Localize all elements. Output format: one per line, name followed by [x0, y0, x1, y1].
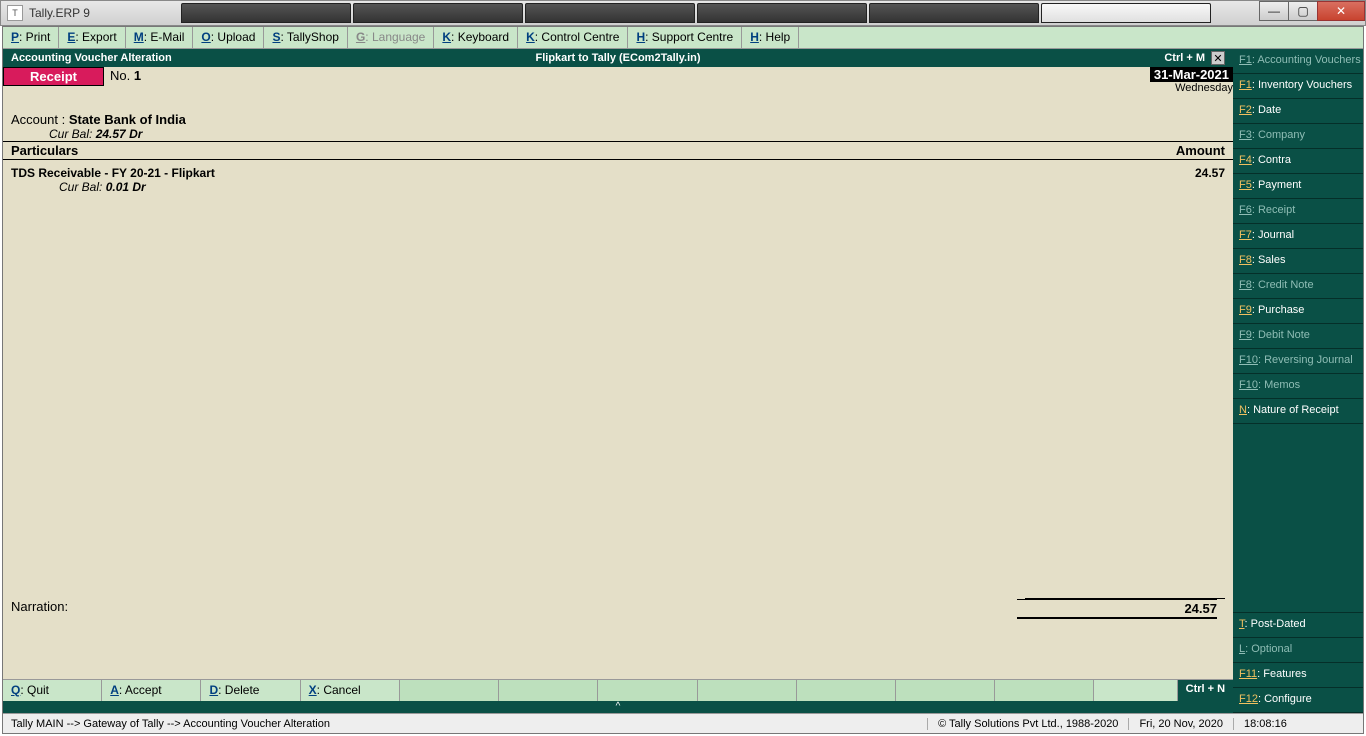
account-name[interactable]: State Bank of India — [69, 112, 186, 127]
date-day: Wednesday — [1150, 82, 1233, 94]
window-title: Tally.ERP 9 — [29, 6, 90, 20]
fkey-purchase[interactable]: F9: Purchase — [1233, 299, 1363, 324]
browser-tab — [181, 3, 351, 23]
menu-print[interactable]: P: Print — [3, 27, 59, 48]
browser-tab — [525, 3, 695, 23]
minimize-button[interactable]: — — [1259, 1, 1289, 21]
voucher-header: Receipt No. 1 31-Mar-2021 Wednesday — [3, 67, 1233, 94]
close-icon[interactable]: ✕ — [1211, 51, 1225, 65]
status-date: Fri, 20 Nov, 2020 — [1128, 718, 1233, 730]
narration-row: Narration: 24.57 — [3, 599, 1233, 619]
account-balance: Cur Bal: 24.57 Dr — [11, 127, 1225, 141]
fkey-journal[interactable]: F7: Journal — [1233, 224, 1363, 249]
fkey-memos: F10: Memos — [1233, 374, 1363, 399]
col-particulars: Particulars — [11, 143, 1105, 158]
fkey-panel: F1: Accounting VouchersF1: Inventory Vou… — [1233, 49, 1363, 713]
window-controls: — ▢ ✕ — [1260, 1, 1365, 21]
status-bar: Tally MAIN --> Gateway of Tally --> Acco… — [3, 713, 1363, 733]
menu-language: G: Language — [348, 27, 434, 48]
fkey-configure[interactable]: F12: Configure — [1233, 688, 1363, 713]
action-accept[interactable]: A: Accept — [102, 680, 201, 701]
fkey-receipt: F6: Receipt — [1233, 199, 1363, 224]
maximize-button[interactable]: ▢ — [1288, 1, 1318, 21]
fkey-credit-note: F8: Credit Note — [1233, 274, 1363, 299]
fkey-accounting-vouchers: F1: Accounting Vouchers — [1233, 49, 1363, 74]
browser-tab — [353, 3, 523, 23]
ledger-entry[interactable]: TDS Receivable - FY 20-21 - Flipkart24.5… — [11, 166, 1225, 194]
menu-keyboard[interactable]: K: Keyboard — [434, 27, 518, 48]
top-menu: P: PrintE: ExportM: E-MailO: UploadS: Ta… — [3, 27, 1363, 49]
window-titlebar: T Tally.ERP 9 — ▢ ✕ — [0, 0, 1366, 26]
fkey-payment[interactable]: F5: Payment — [1233, 174, 1363, 199]
context-title: Accounting Voucher Alteration — [11, 52, 172, 64]
menu-tallyshop[interactable]: S: TallyShop — [264, 27, 348, 48]
fkey-debit-note: F9: Debit Note — [1233, 324, 1363, 349]
menu-help[interactable]: H: Help — [742, 27, 799, 48]
left-pane: Accounting Voucher Alteration Flipkart t… — [3, 49, 1233, 713]
bottom-action-bar: Q: QuitA: AcceptD: DeleteX: Cancel Ctrl +… — [3, 679, 1233, 701]
action-cancel[interactable]: X: Cancel — [301, 680, 400, 701]
fkey-sales[interactable]: F8: Sales — [1233, 249, 1363, 274]
action-quit[interactable]: Q: Quit — [3, 680, 102, 701]
browser-tabs — [181, 3, 1225, 25]
browser-tab — [869, 3, 1039, 23]
fkey-post-dated[interactable]: T: Post-Dated — [1233, 613, 1363, 638]
context-header: Accounting Voucher Alteration Flipkart t… — [3, 49, 1233, 67]
fkey-features[interactable]: F11: Features — [1233, 663, 1363, 688]
fkey-optional: L: Optional — [1233, 638, 1363, 663]
breadcrumb: Tally MAIN --> Gateway of Tally --> Acco… — [3, 718, 927, 730]
browser-tab — [697, 3, 867, 23]
app-icon: T — [7, 5, 23, 21]
expand-caret[interactable]: ^ — [3, 701, 1233, 713]
voucher-number: No. 1 — [104, 67, 147, 84]
voucher-area: Receipt No. 1 31-Mar-2021 Wednesday Acco… — [3, 67, 1233, 679]
shortcut-hint-bottom: Ctrl + N — [1178, 680, 1233, 701]
company-name: Flipkart to Tally (ECom2Tally.in) — [535, 52, 700, 64]
menu-support-centre[interactable]: H: Support Centre — [628, 27, 742, 48]
col-amount: Amount — [1105, 143, 1225, 158]
menu-control-centre[interactable]: K: Control Centre — [518, 27, 628, 48]
status-time: 18:08:16 — [1233, 718, 1363, 730]
browser-tab — [1041, 3, 1211, 23]
date-value[interactable]: 31-Mar-2021 — [1150, 67, 1233, 82]
menu-e-mail[interactable]: M: E-Mail — [126, 27, 194, 48]
copyright: © Tally Solutions Pvt Ltd., 1988-2020 — [927, 718, 1128, 730]
fkey-nature-of-receipt[interactable]: N: Nature of Receipt — [1233, 399, 1363, 424]
fkey-inventory-vouchers[interactable]: F1: Inventory Vouchers — [1233, 74, 1363, 99]
main-row: Accounting Voucher Alteration Flipkart t… — [3, 49, 1363, 713]
menu-export[interactable]: E: Export — [59, 27, 125, 48]
menu-upload[interactable]: O: Upload — [193, 27, 264, 48]
voucher-date: 31-Mar-2021 Wednesday — [1150, 67, 1233, 94]
fkey-date[interactable]: F2: Date — [1233, 99, 1363, 124]
fkey-contra[interactable]: F4: Contra — [1233, 149, 1363, 174]
action-delete[interactable]: D: Delete — [201, 680, 300, 701]
entries-list: TDS Receivable - FY 20-21 - Flipkart24.5… — [3, 160, 1233, 598]
voucher-total: 24.57 — [1017, 599, 1217, 619]
column-header: Particulars Amount — [3, 141, 1233, 160]
fkey-reversing-journal: F10: Reversing Journal — [1233, 349, 1363, 374]
narration-field[interactable] — [211, 599, 1017, 619]
shortcut-hint: Ctrl + M — [1164, 52, 1205, 64]
voucher-type-badge: Receipt — [3, 67, 104, 86]
account-row: Account : State Bank of India Cur Bal: 2… — [3, 94, 1233, 141]
app-frame: P: PrintE: ExportM: E-MailO: UploadS: Ta… — [2, 26, 1364, 734]
close-button[interactable]: ✕ — [1317, 1, 1365, 21]
narration-label: Narration: — [11, 599, 211, 619]
fkey-company: F3: Company — [1233, 124, 1363, 149]
